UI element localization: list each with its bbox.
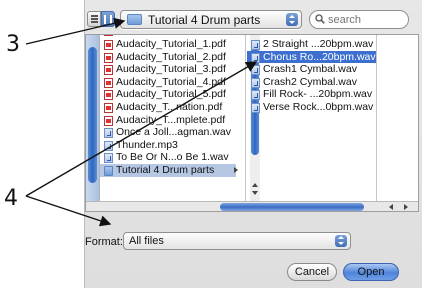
- list-item[interactable]: Audacity_Tutorial_4.pdf: [100, 76, 236, 89]
- audio-file-icon: [251, 77, 260, 88]
- search-icon: [315, 14, 325, 24]
- list-item-label: Thunder.mp3: [116, 138, 178, 151]
- open-button[interactable]: Open: [343, 263, 399, 281]
- audio-file-icon: [251, 52, 260, 63]
- list-item[interactable]: Fill Rock- ...20bpm.wav: [247, 88, 376, 101]
- pdf-icon: [104, 35, 113, 36]
- audio-file-icon: [104, 128, 113, 139]
- list-item[interactable]: Audacity_Tutorial_3.pdf: [100, 63, 236, 76]
- list-item-label: To Be Or N...o Be 1.wav: [116, 151, 229, 164]
- column-view-icon: [104, 15, 112, 24]
- list-item-label: Audacity_T...nation.pdf: [116, 100, 223, 113]
- audio-file-icon: [251, 40, 260, 50]
- scroll-left-arrow-icon[interactable]: [389, 204, 393, 210]
- scroll-right-arrow-icon[interactable]: [404, 204, 408, 210]
- audio-file-icon: [104, 140, 113, 151]
- folder-icon: [104, 165, 113, 176]
- audio-file-icon: [251, 90, 260, 101]
- format-label: Format:: [85, 236, 123, 248]
- list-item-label: Audacity_Tutorial_3.pdf: [116, 63, 226, 76]
- callout-number-4: 4: [4, 186, 18, 211]
- pdf-icon: [104, 115, 113, 126]
- list-item-label: Audacity_Tutorial_2.pdf: [116, 50, 226, 63]
- list-item[interactable]: Crash1 Cymbal.wav: [247, 63, 376, 76]
- list-item[interactable]: Audacity_T...mplete.pdf: [100, 114, 236, 127]
- list-item-label: Fill Rock- ...20bpm.wav: [263, 88, 373, 101]
- pdf-icon: [104, 40, 113, 50]
- pdf-icon: [104, 102, 113, 113]
- disclosure-arrow-icon: [234, 166, 238, 173]
- browser-column-1: Audacity_Tutorial_1.pdf Audacity_Tutoria…: [100, 35, 260, 201]
- browser-column-2: 2 Straight ...20bpm.wav Chorus Ro...20bp…: [247, 35, 377, 201]
- list-item-label: Verse Rock...0bpm.wav: [263, 100, 374, 113]
- list-item[interactable]: Crash2 Cymbal.wav: [247, 76, 376, 89]
- list-item[interactable]: Thunder.mp3: [100, 139, 236, 152]
- sidebar-scroll-thumb[interactable]: [88, 47, 97, 183]
- list-item-label: Once a Joll...agman.wav: [116, 126, 231, 139]
- list-view-icon: [91, 15, 98, 23]
- cancel-button[interactable]: Cancel: [287, 263, 337, 281]
- list-item-label: Audacity_Tutorial_1.pdf: [116, 38, 226, 50]
- list-item-selected-folder[interactable]: Tutorial 4 Drum parts: [100, 163, 238, 177]
- list-item-label: Crash1 Cymbal.wav: [263, 63, 357, 76]
- horizontal-scrollbar[interactable]: [86, 201, 418, 211]
- format-value: All files: [129, 235, 164, 247]
- list-item-label: Audacity_Tutorial_4.pdf: [116, 75, 226, 88]
- list-item[interactable]: Once a Joll...agman.wav: [100, 126, 236, 139]
- column-view-button[interactable]: [101, 11, 115, 27]
- pdf-icon: [104, 52, 113, 63]
- dialog-toolbar: Tutorial 4 Drum parts: [85, 0, 422, 34]
- popup-stepper-icon: [286, 13, 298, 26]
- folder-icon: [127, 14, 142, 25]
- search-input[interactable]: [328, 12, 404, 27]
- list-item[interactable]: To Be Or N...o Be 1.wav: [100, 151, 236, 164]
- search-field[interactable]: [309, 10, 409, 29]
- list-item[interactable]: 2 Straight ...20bpm.wav: [247, 38, 376, 51]
- pdf-icon: [104, 77, 113, 88]
- list-item-label: Tutorial 4 Drum parts: [116, 163, 215, 176]
- audio-file-icon: [251, 102, 260, 113]
- list-item-selected[interactable]: Chorus Ro...20bpm.wav: [247, 50, 376, 64]
- list-item[interactable]: Audacity_T...nation.pdf: [100, 101, 236, 114]
- list-item-label: Chorus Ro...20bpm.wav: [263, 50, 376, 63]
- format-popup[interactable]: All files: [123, 232, 351, 250]
- location-label: Tutorial 4 Drum parts: [148, 13, 261, 27]
- audio-file-icon: [251, 65, 260, 76]
- column-browser: Audacity_Tutorial_1.pdf Audacity_Tutoria…: [85, 34, 419, 212]
- list-item[interactable]: Audacity_Tutorial_1.pdf: [100, 38, 236, 51]
- browser-column-3: [378, 35, 418, 201]
- open-file-dialog: Tutorial 4 Drum parts Audacity_Tutorial_…: [84, 0, 422, 288]
- list-item[interactable]: Verse Rock...0bpm.wav: [247, 101, 376, 114]
- list-item-label: 2 Straight ...20bpm.wav: [263, 38, 374, 50]
- horizontal-scroll-thumb[interactable]: [220, 203, 364, 211]
- list-item-label: Crash2 Cymbal.wav: [263, 75, 357, 88]
- callout-number-3: 3: [6, 32, 20, 57]
- list-item-label: Audacity_T...mplete.pdf: [116, 113, 226, 126]
- popup-stepper-icon: [335, 235, 347, 247]
- list-item-label: Audacity_Tutorial_5.pdf: [116, 88, 226, 101]
- pdf-icon: [104, 65, 113, 76]
- audio-file-icon: [104, 153, 113, 164]
- list-item[interactable]: Audacity_Tutorial_5.pdf: [100, 88, 236, 101]
- list-item[interactable]: Audacity_Tutorial_2.pdf: [100, 51, 236, 64]
- sidebar-scrollbar[interactable]: [86, 35, 100, 201]
- list-view-button[interactable]: [87, 11, 101, 27]
- pdf-icon: [104, 90, 113, 101]
- location-popup[interactable]: Tutorial 4 Drum parts: [120, 10, 302, 29]
